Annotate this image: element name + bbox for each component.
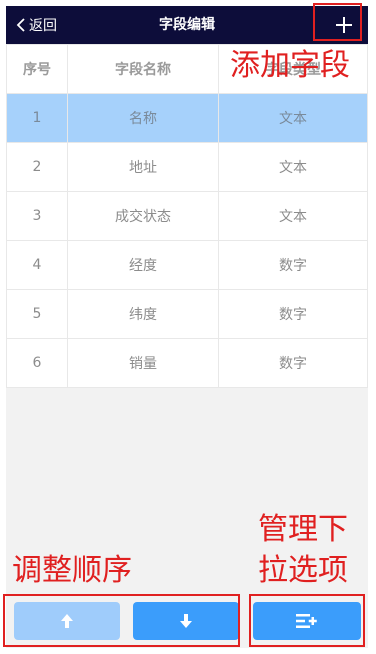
nav-bar: 返回 字段编辑 xyxy=(6,6,368,44)
row-field-name: 纬度 xyxy=(67,289,219,339)
header-field-name: 字段名称 xyxy=(67,44,219,94)
move-up-button[interactable] xyxy=(14,602,120,640)
row-index: 2 xyxy=(6,142,68,192)
arrow-up-icon xyxy=(61,614,73,628)
manage-dropdown-options-button[interactable] xyxy=(253,602,361,640)
add-field-button[interactable] xyxy=(320,6,368,44)
move-down-button[interactable] xyxy=(133,602,239,640)
table-row[interactable]: 4 经度 数字 xyxy=(6,240,368,290)
arrow-down-icon xyxy=(180,614,192,628)
add-field-annotation: 添加字段 xyxy=(230,48,350,83)
row-field-type: 文本 xyxy=(218,93,368,143)
row-field-name: 经度 xyxy=(67,240,219,290)
row-field-type: 数字 xyxy=(218,338,368,388)
table-row[interactable]: 2 地址 文本 xyxy=(6,142,368,192)
row-index: 5 xyxy=(6,289,68,339)
row-index: 1 xyxy=(6,93,68,143)
manage-annotation-line1: 管理下 xyxy=(258,512,348,547)
table-row[interactable]: 3 成交状态 文本 xyxy=(6,191,368,241)
row-index: 3 xyxy=(6,191,68,241)
page-title: 字段编辑 xyxy=(159,17,215,33)
row-index: 6 xyxy=(6,338,68,388)
header-index: 序号 xyxy=(6,44,68,94)
row-field-type: 数字 xyxy=(218,240,368,290)
row-field-name: 名称 xyxy=(67,93,219,143)
app-frame: 返回 字段编辑 序号 字段名称 字段类型 1 名称 文本 2 地址 文本 3 成… xyxy=(6,6,368,648)
plus-icon xyxy=(336,17,352,33)
table-row[interactable]: 1 名称 文本 xyxy=(6,93,368,143)
row-field-type: 文本 xyxy=(218,191,368,241)
bottom-toolbar xyxy=(6,598,368,648)
table-row[interactable]: 5 纬度 数字 xyxy=(6,289,368,339)
row-index: 4 xyxy=(6,240,68,290)
reorder-annotation: 调整顺序 xyxy=(12,553,132,588)
table-row[interactable]: 6 销量 数字 xyxy=(6,338,368,388)
field-table: 序号 字段名称 字段类型 1 名称 文本 2 地址 文本 3 成交状态 文本 4… xyxy=(6,44,368,388)
row-field-name: 地址 xyxy=(67,142,219,192)
row-field-name: 成交状态 xyxy=(67,191,219,241)
row-field-type: 数字 xyxy=(218,289,368,339)
row-field-name: 销量 xyxy=(67,338,219,388)
row-field-type: 文本 xyxy=(218,142,368,192)
manage-annotation-line2: 拉选项 xyxy=(258,553,348,588)
list-add-icon xyxy=(296,614,317,628)
